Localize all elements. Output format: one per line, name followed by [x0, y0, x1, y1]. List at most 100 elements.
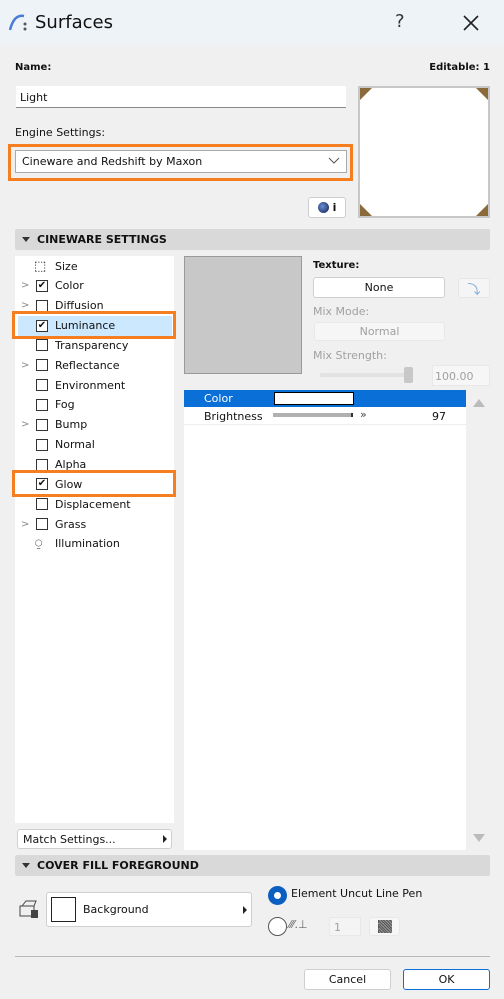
channel-checkbox[interactable] [36, 299, 48, 312]
channel-checkbox[interactable] [36, 438, 48, 451]
channel-size[interactable]: ⬚ Size [15, 256, 174, 276]
fill-swatch [51, 897, 76, 922]
channel-checkbox[interactable] [36, 379, 48, 392]
ok-button[interactable]: OK [403, 969, 490, 990]
texture-label: Texture: [313, 260, 360, 271]
channel-normal[interactable]: Normal [15, 435, 174, 455]
illumination-icon: ⍜ [35, 536, 43, 551]
section-cover-fill-foreground[interactable]: COVER FILL FOREGROUND [15, 855, 490, 876]
texture-button[interactable]: None [313, 277, 445, 298]
channel-color[interactable]: > ✔ Color [15, 276, 174, 296]
channel-fog[interactable]: Fog [15, 395, 174, 415]
texture-browse-button[interactable]: ⤵ [458, 278, 490, 298]
channel-displacement[interactable]: Displacement [15, 494, 174, 514]
pattern-icon [377, 920, 392, 933]
mix-strength-label: Mix Strength: [313, 349, 387, 362]
channel-label: Displacement [55, 497, 131, 511]
cineware-info-button[interactable]: i [308, 197, 346, 218]
channel-label: Size [55, 259, 78, 273]
channel-label: Transparency [55, 338, 129, 352]
pen-number-input[interactable]: 1 [329, 917, 361, 936]
channel-checkbox[interactable] [36, 339, 48, 352]
info-label: i [332, 201, 337, 214]
load-texture-icon: ⤵ [467, 282, 481, 298]
channel-checkbox[interactable] [36, 498, 48, 511]
match-settings-button[interactable]: Match Settings... [17, 829, 172, 849]
radio1-label: Element Uncut Line Pen [291, 887, 423, 900]
help-button[interactable]: ? [395, 11, 405, 32]
engine-settings-label: Engine Settings: [15, 126, 106, 139]
pen-hatch-icon: ⁄⁄⁄.⊥ [289, 918, 308, 931]
close-icon[interactable] [462, 14, 480, 32]
fill-label: Background [83, 903, 149, 916]
engine-settings-select[interactable]: Cineware and Redshift by Maxon [15, 150, 347, 173]
channel-label: Bump [55, 418, 88, 432]
editable-count: Editable: 1 [429, 62, 490, 73]
texture-preview [184, 256, 302, 374]
mix-mode-select[interactable]: Normal [314, 322, 445, 341]
expand-chevron-icon[interactable]: > [21, 519, 29, 530]
fill-brush-icon [19, 900, 38, 918]
pen-pattern-button[interactable] [369, 917, 400, 936]
dialog-title: Surfaces [35, 12, 113, 33]
cover-fill-select[interactable]: Background [46, 892, 252, 927]
channel-label: Reflectance [55, 358, 120, 372]
mix-mode-label: Mix Mode: [313, 305, 370, 318]
channel-label: Normal [55, 438, 95, 452]
mix-strength-thumb[interactable] [404, 367, 413, 383]
channel-label: Color [55, 279, 84, 293]
chevron-down-icon [328, 157, 340, 164]
chevron-right-icon: » [360, 408, 367, 421]
param-label: Brightness [204, 410, 263, 423]
expand-chevron-icon[interactable]: > [21, 419, 29, 430]
param-row-color[interactable]: Color [184, 390, 466, 407]
preview-corners [360, 88, 488, 216]
channel-label: Illumination [55, 537, 120, 551]
param-row-brightness[interactable]: Brightness » 97 [184, 407, 466, 425]
channel-label: Grass [55, 517, 87, 531]
engine-settings-value: Cineware and Redshift by Maxon [22, 155, 203, 168]
channel-grass[interactable]: > Grass [15, 514, 174, 534]
cineware-logo-icon [317, 202, 329, 213]
scroll-down-icon[interactable] [473, 834, 485, 842]
param-label: Color [204, 392, 233, 405]
mix-strength-input[interactable]: 100.00 [432, 365, 490, 386]
caret-right-icon [163, 835, 167, 843]
surface-preview [358, 86, 490, 218]
caret-right-icon [243, 906, 247, 914]
channel-illumination[interactable]: ⍜ Illumination [15, 534, 174, 554]
parameter-table: Color Brightness » 97 [184, 390, 466, 850]
channel-checkbox[interactable]: ✔ [36, 279, 48, 292]
brightness-value: 97 [432, 410, 446, 423]
channel-list: ⬚ Size > ✔ Color > Diffusion ✔ Luminance Transpar… [15, 256, 174, 823]
channel-environment[interactable]: Environment [15, 375, 174, 395]
channel-label: Environment [55, 378, 126, 392]
luminance-highlight [12, 311, 176, 339]
match-settings-label: Match Settings... [23, 832, 116, 846]
radio-element-uncut-line-pen[interactable] [268, 886, 287, 905]
channel-checkbox[interactable] [36, 398, 48, 411]
brightness-slider[interactable] [273, 413, 353, 417]
divider [15, 956, 490, 957]
channel-checkbox[interactable] [36, 418, 48, 431]
mix-strength-slider[interactable] [320, 373, 413, 377]
name-input[interactable]: Light [16, 86, 346, 108]
expand-chevron-icon[interactable]: > [21, 300, 29, 311]
glow-highlight [12, 470, 176, 497]
size-icon: ⬚ [34, 258, 47, 274]
scroll-up-icon[interactable] [473, 399, 485, 407]
surfaces-app-icon [8, 14, 27, 31]
expand-chevron-icon[interactable]: > [21, 280, 29, 291]
channel-checkbox[interactable] [36, 458, 48, 471]
color-swatch[interactable] [274, 392, 354, 405]
channel-reflectance[interactable]: > Reflectance [15, 355, 174, 375]
name-label: Name: [15, 62, 52, 73]
title-bar: Surfaces ? [0, 0, 504, 45]
cancel-button[interactable]: Cancel [304, 969, 391, 990]
radio-custom-pen[interactable] [268, 917, 287, 936]
expand-chevron-icon[interactable]: > [21, 360, 29, 371]
channel-checkbox[interactable] [36, 518, 48, 531]
channel-checkbox[interactable] [36, 359, 48, 372]
channel-bump[interactable]: > Bump [15, 415, 174, 435]
section-cineware-settings[interactable]: CINEWARE SETTINGS [15, 229, 490, 250]
